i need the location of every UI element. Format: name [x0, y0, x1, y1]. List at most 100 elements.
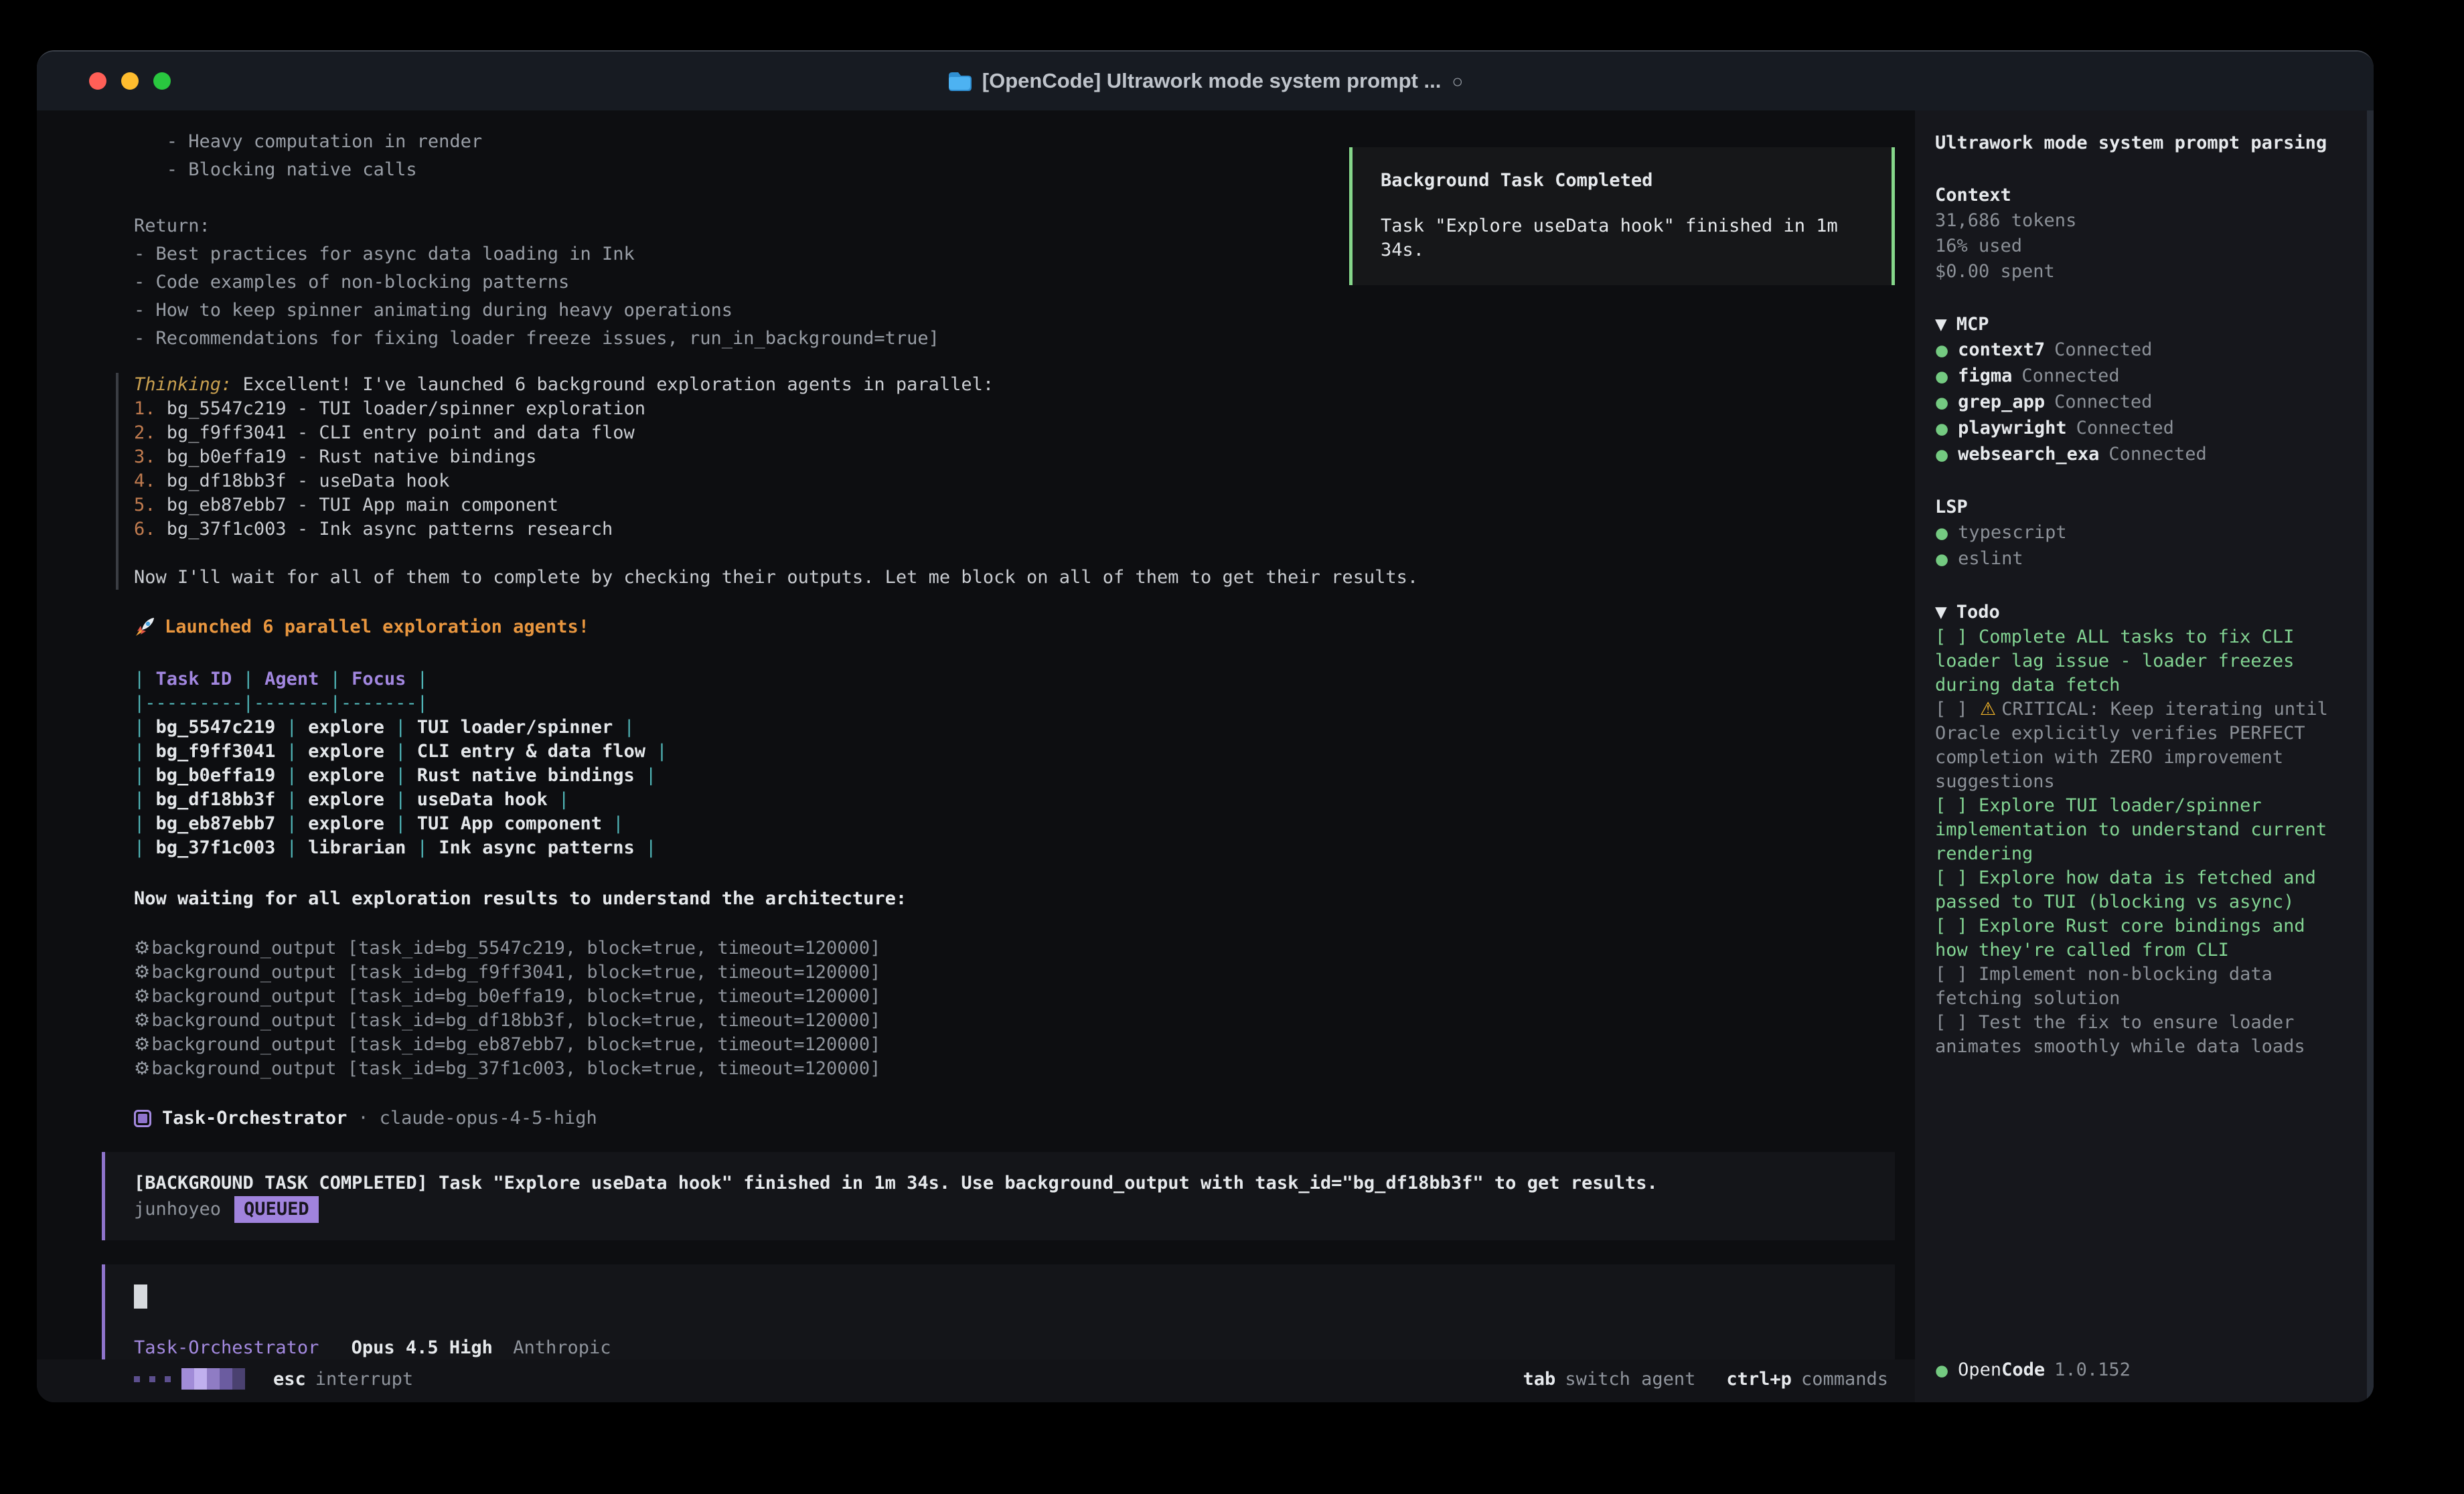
tool-call-text: background_output [task_id=bg_eb87ebb7, …: [151, 1034, 880, 1055]
context-used: 16% used: [1935, 234, 2344, 259]
table-segment: Rust native bindings: [417, 765, 635, 786]
status-dot-icon: [1935, 416, 1948, 442]
table-row: | bg_f9ff3041 | explore | CLI entry & da…: [134, 740, 1895, 764]
status-dot-icon: [1935, 390, 1948, 416]
table-segment: explore: [308, 789, 384, 810]
gear-icon: [134, 938, 150, 959]
mcp-status: Connected: [2108, 442, 2206, 467]
table-segment: |: [384, 789, 417, 810]
mcp-name: context7: [1958, 337, 2045, 363]
esc-key-hint: esc: [273, 1369, 306, 1390]
content-row: - Heavy computation in render - Blocking…: [37, 110, 2374, 1402]
completed-message-text: [BACKGROUND TASK COMPLETED] Task "Explor…: [134, 1171, 1875, 1196]
todo-item: [ ] Explore Rust core bindings and how t…: [1935, 914, 2344, 963]
table-segment: |: [275, 837, 308, 858]
announcement-line: Launched 6 parallel exploration agents!: [134, 614, 1895, 641]
context-section: Context 31,686 tokens 16% used $0.00 spe…: [1935, 183, 2344, 284]
table-segment: |: [134, 669, 156, 689]
item-number: 5.: [134, 495, 167, 515]
mcp-name: websearch_exa: [1958, 442, 2099, 467]
mcp-status: Connected: [2054, 390, 2152, 415]
session-title: Ultrawork mode system prompt parsing: [1935, 131, 2344, 156]
notification-body: Task "Explore useData hook" finished in …: [1381, 214, 1892, 262]
spinner-gradient-icon: [181, 1368, 245, 1390]
table-segment: explore: [308, 813, 384, 834]
todo-item: [ ] CRITICAL: Keep iterating until Oracl…: [1935, 697, 2344, 794]
mcp-heading[interactable]: MCP: [1935, 311, 2344, 337]
close-button[interactable]: [89, 72, 106, 90]
status-dot-icon: [1935, 337, 1948, 363]
lsp-section: LSP typescript eslint: [1935, 495, 2344, 572]
app-version-footer: Open Code 1.0.152: [1935, 1357, 2344, 1384]
table-segment: Agent: [264, 669, 319, 689]
todo-item: [ ] Complete ALL tasks to fix CLI loader…: [1935, 625, 2344, 697]
lsp-item: typescript: [1935, 520, 2344, 546]
mcp-item: figmaConnected: [1935, 363, 2344, 390]
scrollbar[interactable]: [2367, 110, 2374, 1402]
table-segment: |: [406, 669, 428, 689]
sidebar: Ultrawork mode system prompt parsing Con…: [1915, 110, 2374, 1402]
app-version: 1.0.152: [2054, 1357, 2131, 1383]
brand-name: Open: [1958, 1357, 2001, 1383]
prompt-input[interactable]: Task-Orchestrator Opus 4.5 High Anthropi…: [102, 1264, 1895, 1359]
agents-table: | Task ID | Agent | Focus | |---------|-…: [134, 667, 1895, 860]
todo-heading[interactable]: Todo: [1935, 599, 2344, 625]
chevron-down-icon: [1935, 311, 1947, 337]
lsp-heading: LSP: [1935, 495, 2344, 520]
mcp-item: context7Connected: [1935, 337, 2344, 363]
mcp-item: websearch_exa Connected: [1935, 442, 2344, 468]
announcement-text: Launched 6 parallel exploration agents!: [165, 614, 589, 641]
folder-icon: [947, 71, 972, 91]
tool-call: background_output [task_id=bg_5547c219, …: [134, 936, 1895, 961]
table-segment: |: [275, 741, 308, 762]
table-segment: |: [319, 669, 352, 689]
table-segment: -------: [254, 693, 330, 714]
thinking-label: Thinking:: [134, 374, 232, 395]
mcp-name: playwright: [1958, 416, 2067, 441]
gear-icon: [134, 986, 150, 1007]
commands-hint: commands: [1801, 1369, 1888, 1390]
todo-item: [ ] Explore how data is fetched and pass…: [1935, 866, 2344, 914]
table-segment: |: [134, 741, 156, 762]
rocket-icon: [134, 616, 155, 638]
separator-dot: ·: [358, 1105, 368, 1132]
mcp-item: grep_appConnected: [1935, 390, 2344, 416]
table-segment: Ink async patterns: [439, 837, 635, 858]
item-text: bg_5547c219 - TUI loader/spinner explora…: [167, 398, 645, 419]
table-segment: |: [134, 693, 145, 714]
waiting-line: Now waiting for all exploration results …: [134, 886, 1895, 912]
tool-call: background_output [task_id=bg_df18bb3f, …: [134, 1009, 1895, 1033]
input-provider-name: Anthropic: [513, 1337, 611, 1358]
thinking-intro: Excellent! I've launched 6 background ex…: [232, 374, 994, 395]
item-text: bg_eb87ebb7 - TUI App main component: [167, 495, 558, 515]
table-segment: |: [613, 717, 635, 738]
status-dot-icon: [1935, 520, 1948, 546]
agent-icon: [134, 1110, 151, 1127]
todo-section: Todo [ ] Complete ALL tasks to fix CLI l…: [1935, 599, 2344, 1059]
lsp-name: typescript: [1958, 520, 2067, 546]
table-segment: |: [406, 837, 439, 858]
table-segment: bg_b0effa19: [156, 765, 276, 786]
item-number: 4.: [134, 471, 167, 491]
thinking-item: 4. bg_df18bb3f - useData hook: [134, 469, 1895, 493]
table-segment: |: [134, 813, 156, 834]
table-row: | bg_eb87ebb7 | explore | TUI App compon…: [134, 812, 1895, 836]
table-segment: TUI loader/spinner: [417, 717, 613, 738]
status-badge: QUEUED: [234, 1196, 319, 1223]
table-segment: |: [384, 741, 417, 762]
table-segment: |: [134, 765, 156, 786]
minimize-button[interactable]: [121, 72, 139, 90]
item-number: 6.: [134, 519, 167, 540]
warning-icon: [1979, 699, 2001, 720]
table-segment: explore: [308, 717, 384, 738]
input-meta: Task-Orchestrator Opus 4.5 High Anthropi…: [134, 1335, 1875, 1359]
table-header-row: | Task ID | Agent | Focus |: [134, 667, 1895, 691]
item-text: bg_37f1c003 - Ink async patterns researc…: [167, 519, 613, 540]
table-segment: bg_eb87ebb7: [156, 813, 276, 834]
titlebar: [OpenCode] Ultrawork mode system prompt …: [37, 52, 2374, 110]
table-segment: explore: [308, 741, 384, 762]
table-segment: |: [384, 765, 417, 786]
lsp-name: eslint: [1958, 546, 2023, 572]
tool-call-text: background_output [task_id=bg_df18bb3f, …: [151, 1010, 880, 1031]
maximize-button[interactable]: [153, 72, 171, 90]
